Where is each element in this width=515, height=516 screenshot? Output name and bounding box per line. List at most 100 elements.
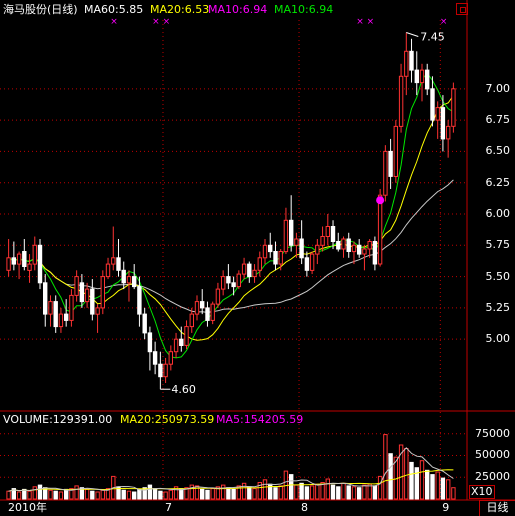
candle xyxy=(95,307,100,315)
candle xyxy=(262,244,268,259)
candle xyxy=(32,244,37,265)
price-tick-label: 5.25 xyxy=(485,300,511,314)
candle xyxy=(142,313,147,334)
volume-bar xyxy=(152,488,158,500)
x-tick-label: 7 xyxy=(164,501,172,514)
signal-marker: × xyxy=(440,17,448,27)
volume-bar xyxy=(247,486,252,500)
volume-bar xyxy=(6,490,11,500)
volume-bar xyxy=(53,490,58,500)
volume-bar xyxy=(241,482,247,500)
candle xyxy=(341,238,346,250)
tab-daily[interactable]: 日线 xyxy=(479,500,515,516)
candle xyxy=(289,219,294,246)
volume-bar xyxy=(451,487,456,500)
candle xyxy=(414,69,420,84)
price-tick-label: 6.25 xyxy=(485,175,511,189)
candle xyxy=(346,238,351,252)
volume-scale-label: X10 xyxy=(469,485,495,499)
candle xyxy=(273,251,278,265)
candle xyxy=(236,273,242,288)
volume-bar xyxy=(278,485,283,500)
volume-bar xyxy=(58,491,64,500)
volume-bar xyxy=(147,484,153,500)
candle xyxy=(325,226,331,237)
candle xyxy=(48,301,53,315)
price-tick-label: 6.50 xyxy=(485,144,511,158)
price-tick-label: 6.00 xyxy=(485,207,511,220)
candle xyxy=(446,125,451,140)
candle xyxy=(440,107,446,140)
candle xyxy=(320,236,325,246)
volume-bar xyxy=(367,483,372,500)
candle xyxy=(283,219,289,253)
price-chart-canvas[interactable]: 7.454.60× × × × × × xyxy=(0,0,515,516)
volume-bar xyxy=(27,490,32,500)
volume-bar xyxy=(200,488,205,500)
volume-bar xyxy=(357,487,362,500)
candle xyxy=(194,301,200,315)
price-tick-label: 5.50 xyxy=(485,269,511,283)
candle xyxy=(309,253,315,271)
candle xyxy=(362,248,367,255)
volume-bar xyxy=(137,488,142,500)
candle xyxy=(205,307,210,321)
candle xyxy=(90,288,95,315)
candle xyxy=(425,69,430,90)
volume-bar xyxy=(74,485,79,500)
volume-bar xyxy=(32,486,37,500)
volume-bar xyxy=(351,486,357,500)
candle xyxy=(393,125,399,177)
volume-bar xyxy=(37,484,43,500)
ma20-line xyxy=(8,95,454,341)
candle xyxy=(210,303,215,321)
volume-bar xyxy=(435,471,440,500)
candle xyxy=(137,286,142,315)
x-tick-label: 9 xyxy=(442,501,450,514)
volume-bar xyxy=(430,474,435,500)
candle xyxy=(37,244,43,284)
volume-bar xyxy=(425,469,430,500)
volume-bar xyxy=(158,490,163,500)
volume-bar xyxy=(95,491,100,500)
volume-bar xyxy=(210,488,215,500)
candle xyxy=(430,88,435,121)
candle xyxy=(315,244,320,255)
candle xyxy=(351,244,357,253)
volume-bar xyxy=(330,484,336,500)
volume-bar xyxy=(16,491,22,500)
volume-bar xyxy=(84,488,90,500)
candle xyxy=(64,313,69,321)
signal-dot xyxy=(376,196,385,205)
candle xyxy=(215,288,221,305)
volume-bar xyxy=(409,461,414,500)
volume-bar xyxy=(446,479,451,500)
volume-tick-label: 50000 xyxy=(475,448,510,462)
candle xyxy=(79,282,85,303)
candle xyxy=(398,75,404,127)
volume-bar xyxy=(126,490,132,500)
low-price-label: 4.60 xyxy=(171,383,196,396)
volume-label: VOLUME:129391.00 xyxy=(3,413,113,426)
candle xyxy=(372,241,378,265)
candle xyxy=(121,269,126,284)
candle xyxy=(304,257,310,271)
volume-bar xyxy=(163,491,168,500)
candle xyxy=(200,301,205,309)
price-tick-label: 7.00 xyxy=(485,81,511,95)
high-price-label: 7.45 xyxy=(420,31,445,44)
candle xyxy=(158,363,163,378)
candle xyxy=(404,50,409,77)
high-marker-line xyxy=(406,32,419,37)
candle xyxy=(247,263,252,278)
candle xyxy=(105,263,111,278)
volume-bar xyxy=(341,482,346,500)
candle xyxy=(147,332,153,353)
volume-bar xyxy=(273,487,278,500)
candle xyxy=(388,150,393,177)
volume-bar xyxy=(252,488,257,500)
volume-bar xyxy=(262,479,268,500)
volume-bar xyxy=(304,486,310,500)
volume-bar xyxy=(299,482,304,500)
volume-bar xyxy=(168,489,174,500)
